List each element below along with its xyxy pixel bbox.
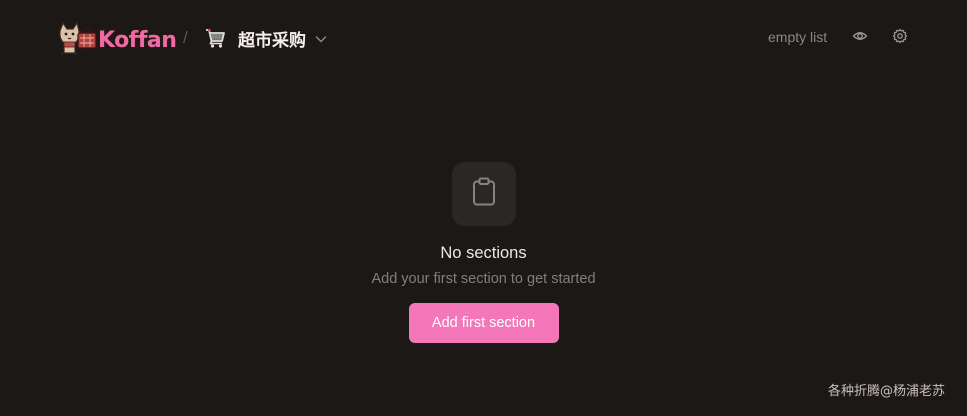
list-selector[interactable]: 超市采购 <box>204 24 328 52</box>
list-name: 超市采购 <box>238 30 306 51</box>
breadcrumb-separator: / <box>183 28 188 47</box>
chevron-down-icon <box>314 31 328 45</box>
settings-button[interactable] <box>889 27 911 49</box>
eye-icon <box>852 28 868 48</box>
shopping-cart-icon <box>204 26 228 50</box>
app-logo[interactable]: Koffan <box>56 19 177 57</box>
logo-text: Koffan <box>98 27 177 53</box>
add-first-section-button[interactable]: Add first section <box>408 303 559 343</box>
cat-mascot-icon <box>56 19 104 57</box>
empty-state-title: No sections <box>440 244 527 262</box>
toggle-visibility-button[interactable] <box>849 27 871 49</box>
gear-icon <box>892 28 908 48</box>
watermark-text: 各种折腾@杨浦老苏 <box>827 384 945 399</box>
empty-state: No sections Add your first section to ge… <box>0 162 967 343</box>
list-status-text: empty list <box>768 29 828 45</box>
clipboard-icon <box>471 177 497 211</box>
app-page: Koffan / 超市采购 empty list No sections Add… <box>0 0 967 416</box>
empty-state-subtitle: Add your first section to get started <box>371 271 596 287</box>
empty-state-icon-box <box>451 162 516 226</box>
top-bar: Koffan / 超市采购 empty list <box>0 0 967 76</box>
